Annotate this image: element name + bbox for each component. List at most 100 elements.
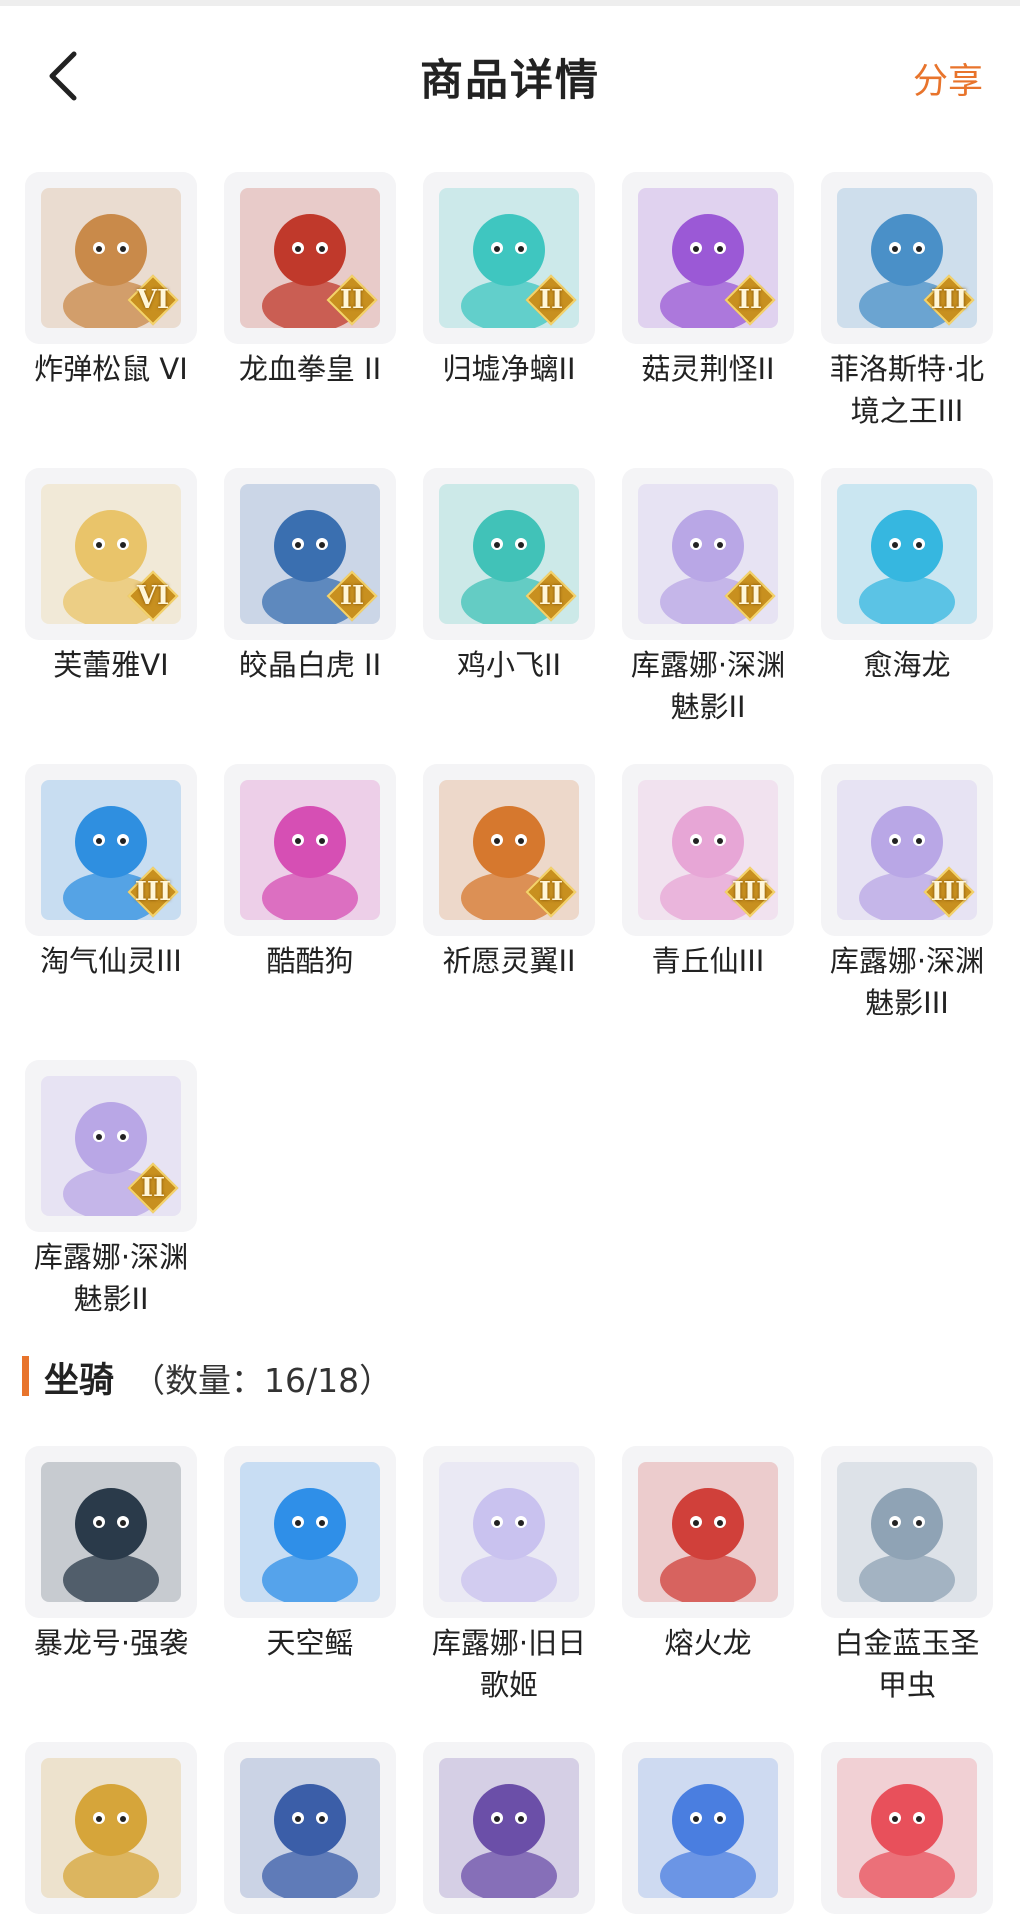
item-card[interactable]: 白金蓝玉圣甲虫	[821, 1446, 993, 1706]
item-card[interactable]: 愈海龙	[821, 468, 993, 728]
character-portrait-icon	[837, 1462, 977, 1602]
item-thumbnail	[224, 1446, 396, 1618]
character-portrait-icon	[638, 1462, 778, 1602]
tier-badge: III	[919, 270, 979, 330]
tier-label: II	[538, 877, 564, 907]
item-name: 淘气仙灵III	[40, 944, 182, 978]
item-card[interactable]	[25, 1742, 197, 1918]
item-name: 白金蓝玉圣甲虫	[834, 1626, 980, 1702]
item-name: 暴龙号·强袭	[33, 1626, 189, 1660]
skins-grid: VI 炸弹松鼠 VI II 龙血拳皇 II II 归墟净螭II II 菇灵荆怪II III 菲洛斯…	[25, 172, 1005, 1320]
item-card[interactable]: 库露娜·旧日歌姬	[423, 1446, 595, 1706]
item-name: 鸡小飞II	[456, 648, 562, 682]
item-thumbnail: III	[821, 764, 993, 936]
item-thumbnail: II	[423, 172, 595, 344]
item-name: 炸弹松鼠 VI	[34, 352, 188, 386]
item-card[interactable]: III 青丘仙III	[622, 764, 794, 1024]
character-portrait-icon	[240, 780, 380, 920]
section-title: 坐骑	[44, 1361, 115, 1401]
item-card[interactable]	[423, 1742, 595, 1918]
section-accent-bar	[22, 1356, 29, 1396]
tier-badge: II	[521, 566, 581, 626]
item-card[interactable]: 天空鳐	[224, 1446, 396, 1706]
item-card[interactable]: II 菇灵荆怪II	[622, 172, 794, 432]
item-thumbnail: II	[224, 172, 396, 344]
item-thumbnail: III	[622, 764, 794, 936]
item-name: 酷酷狗	[266, 944, 354, 978]
tier-label: II	[339, 285, 365, 315]
item-card[interactable]: VI 炸弹松鼠 VI	[25, 172, 197, 432]
item-name: 菲洛斯特·北境之王III	[829, 352, 985, 428]
item-card[interactable]: III 菲洛斯特·北境之王III	[821, 172, 993, 432]
top-nav-bar: 商品详情 分享	[0, 6, 1020, 136]
item-name: 芙蕾雅VI	[53, 648, 169, 682]
item-card[interactable]	[821, 1742, 993, 1918]
item-card[interactable]: II 皎晶白虎 II	[224, 468, 396, 728]
item-thumbnail: II	[423, 764, 595, 936]
item-thumbnail	[821, 1446, 993, 1618]
item-card[interactable]	[224, 1742, 396, 1918]
tier-badge: VI	[123, 566, 183, 626]
item-name: 库露娜·旧日歌姬	[431, 1626, 587, 1702]
item-thumbnail	[622, 1742, 794, 1914]
item-thumbnail: II	[622, 172, 794, 344]
tier-label: II	[339, 581, 365, 611]
tier-label: II	[140, 1173, 166, 1203]
item-card[interactable]: II 库露娜·深渊魅影II	[25, 1060, 197, 1320]
tier-badge: III	[123, 862, 183, 922]
item-card[interactable]: II 祈愿灵翼II	[423, 764, 595, 1024]
tier-label: II	[538, 285, 564, 315]
tier-badge: II	[521, 270, 581, 330]
item-thumbnail: II	[423, 468, 595, 640]
tier-label: II	[538, 581, 564, 611]
item-thumbnail: III	[25, 764, 197, 936]
item-card[interactable]: II 库露娜·深渊魅影II	[622, 468, 794, 728]
item-card[interactable]: 熔火龙	[622, 1446, 794, 1706]
section-count: （数量：16/18）	[132, 1361, 393, 1400]
tier-label: VI	[136, 285, 170, 315]
item-name: 皎晶白虎 II	[238, 648, 382, 682]
tier-badge: II	[720, 270, 780, 330]
item-thumbnail	[224, 764, 396, 936]
item-card[interactable]: III 淘气仙灵III	[25, 764, 197, 1024]
character-portrait-icon	[638, 1758, 778, 1898]
item-name: 熔火龙	[664, 1626, 752, 1660]
item-name: 菇灵荆怪II	[641, 352, 775, 386]
mounts-grid: 暴龙号·强袭 天空鳐 库露娜·旧日歌姬 熔火龙 白金蓝玉圣甲虫	[25, 1446, 1005, 1918]
tier-label: II	[737, 285, 763, 315]
item-card[interactable]: 酷酷狗	[224, 764, 396, 1024]
tier-badge: II	[322, 566, 382, 626]
tier-badge: II	[521, 862, 581, 922]
item-thumbnail: VI	[25, 172, 197, 344]
item-thumbnail	[224, 1742, 396, 1914]
item-card[interactable]: 暴龙号·强袭	[25, 1446, 197, 1706]
character-portrait-icon	[240, 1462, 380, 1602]
item-card[interactable]: III 库露娜·深渊魅影III	[821, 764, 993, 1024]
item-name: 天空鳐	[266, 1626, 354, 1660]
share-button[interactable]: 分享	[913, 53, 983, 104]
tier-label: VI	[136, 581, 170, 611]
character-portrait-icon	[439, 1462, 579, 1602]
character-portrait-icon	[439, 1758, 579, 1898]
item-card[interactable]	[622, 1742, 794, 1918]
page-title: 商品详情	[420, 56, 600, 106]
tier-label: III	[134, 877, 172, 907]
item-name: 青丘仙III	[651, 944, 765, 978]
item-name: 祈愿灵翼II	[442, 944, 576, 978]
item-thumbnail	[25, 1742, 197, 1914]
item-thumbnail	[622, 1446, 794, 1618]
item-card[interactable]: II 龙血拳皇 II	[224, 172, 396, 432]
item-card[interactable]: II 鸡小飞II	[423, 468, 595, 728]
item-card[interactable]: II 归墟净螭II	[423, 172, 595, 432]
item-name: 归墟净螭II	[442, 352, 576, 386]
item-thumbnail: II	[622, 468, 794, 640]
item-thumbnail	[25, 1446, 197, 1618]
item-card[interactable]: VI 芙蕾雅VI	[25, 468, 197, 728]
item-thumbnail	[821, 468, 993, 640]
item-name: 库露娜·深渊魅影II	[33, 1240, 189, 1316]
item-name: 龙血拳皇 II	[238, 352, 382, 386]
item-name: 库露娜·深渊魅影III	[829, 944, 985, 1020]
item-thumbnail	[423, 1742, 595, 1914]
tier-label: III	[731, 877, 769, 907]
item-thumbnail: III	[821, 172, 993, 344]
